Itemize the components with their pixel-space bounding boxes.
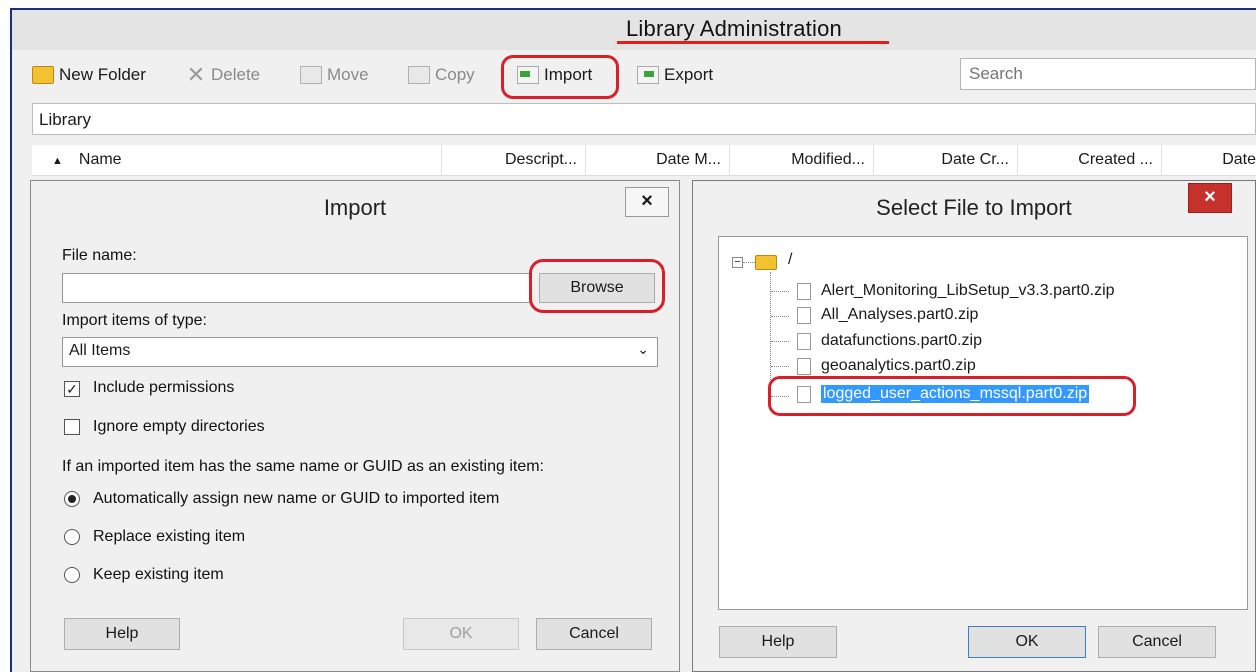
title-underline-annotation xyxy=(617,41,889,44)
file-item-label: geoanalytics.part0.zip xyxy=(821,357,976,374)
tree-connector xyxy=(771,341,789,342)
export-button[interactable]: Export xyxy=(637,62,713,88)
file-name-field[interactable] xyxy=(62,273,532,303)
collapse-icon[interactable]: − xyxy=(732,257,743,268)
help-button[interactable]: Help xyxy=(64,618,180,650)
import-type-label: Import items of type: xyxy=(62,312,207,329)
sort-ascending-icon: ▲ xyxy=(52,155,63,167)
cancel-button[interactable]: Cancel xyxy=(1098,626,1216,658)
replace-existing-label: Replace existing item xyxy=(93,528,246,545)
folder-icon xyxy=(755,255,777,270)
new-folder-button[interactable]: New Folder xyxy=(32,62,146,88)
file-item[interactable]: datafunctions.part0.zip xyxy=(793,332,982,351)
window-title: Library Administration xyxy=(626,16,842,41)
move-button[interactable]: Move xyxy=(300,62,369,88)
file-item[interactable]: geoanalytics.part0.zip xyxy=(793,357,976,376)
file-highlight-annotation xyxy=(768,376,1136,416)
move-icon xyxy=(300,66,322,84)
new-folder-label: New Folder xyxy=(59,65,146,84)
export-label: Export xyxy=(664,65,714,84)
ok-button[interactable]: OK xyxy=(403,618,519,650)
export-icon xyxy=(637,66,659,84)
import-highlight-annotation xyxy=(501,55,619,99)
search-input[interactable] xyxy=(960,58,1256,90)
keep-existing-radio[interactable] xyxy=(64,567,80,583)
file-item[interactable]: Alert_Monitoring_LibSetup_v3.3.part0.zip xyxy=(793,282,1115,301)
chevron-down-icon: ⌄ xyxy=(637,341,649,357)
file-item-label: All_Analyses.part0.zip xyxy=(821,306,979,323)
folder-icon xyxy=(32,66,54,84)
file-icon xyxy=(793,357,811,376)
browse-highlight-annotation xyxy=(529,259,665,313)
ignore-empty-label: Ignore empty directories xyxy=(93,418,265,435)
replace-existing-radio[interactable] xyxy=(64,529,80,545)
tree-connector xyxy=(771,316,789,317)
ignore-empty-checkbox[interactable] xyxy=(64,419,80,435)
file-icon xyxy=(793,282,811,301)
file-name-label: File name: xyxy=(62,247,137,264)
tree-connector xyxy=(771,366,789,367)
delete-label: Delete xyxy=(211,65,261,84)
import-type-value: All Items xyxy=(69,342,131,359)
copy-icon xyxy=(408,66,430,84)
file-item-label: datafunctions.part0.zip xyxy=(821,332,982,349)
copy-label: Copy xyxy=(435,65,475,84)
delete-icon: ✕ xyxy=(186,62,206,87)
keep-existing-label: Keep existing item xyxy=(93,566,224,583)
tree-connector xyxy=(743,262,755,263)
file-item-label: Alert_Monitoring_LibSetup_v3.3.part0.zip xyxy=(821,282,1115,299)
column-modified-by[interactable]: Modified... xyxy=(730,145,874,175)
close-icon[interactable]: × xyxy=(1188,183,1232,213)
conflict-label: If an imported item has the same name or… xyxy=(62,458,544,475)
column-name[interactable]: ▲ Name xyxy=(32,145,442,175)
file-item[interactable]: All_Analyses.part0.zip xyxy=(793,306,979,325)
column-date-modified[interactable]: Date M... xyxy=(586,145,730,175)
file-icon xyxy=(793,306,811,325)
close-icon[interactable]: × xyxy=(625,187,669,217)
ok-button[interactable]: OK xyxy=(968,626,1086,658)
file-icon xyxy=(793,332,811,351)
move-label: Move xyxy=(327,65,369,84)
column-header-row: ▲ Name Descript... Date M... Modified... … xyxy=(32,145,1256,176)
delete-button[interactable]: ✕ Delete xyxy=(186,62,260,88)
tree-root[interactable]: / xyxy=(788,251,792,269)
column-date-created[interactable]: Date Cr... xyxy=(874,145,1018,175)
column-name-label: Name xyxy=(78,151,122,168)
cancel-button[interactable]: Cancel xyxy=(536,618,652,650)
import-dialog-title: Import xyxy=(31,181,679,233)
column-date[interactable]: Date xyxy=(1162,145,1256,175)
column-created-by[interactable]: Created ... xyxy=(1018,145,1162,175)
import-dialog: Import × File name: Browse Import items … xyxy=(30,180,680,672)
include-permissions-checkbox[interactable]: ✓ xyxy=(64,381,80,397)
help-button[interactable]: Help xyxy=(719,626,837,658)
tree-connector xyxy=(771,291,789,292)
column-description[interactable]: Descript... xyxy=(442,145,586,175)
copy-button[interactable]: Copy xyxy=(408,62,475,88)
select-file-dialog-title: Select File to Import xyxy=(693,181,1255,233)
breadcrumb[interactable]: Library xyxy=(32,103,1256,135)
import-type-select[interactable]: All Items ⌄ xyxy=(62,337,658,367)
auto-assign-label: Automatically assign new name or GUID to… xyxy=(93,490,500,507)
auto-assign-radio[interactable] xyxy=(64,491,80,507)
include-permissions-label: Include permissions xyxy=(93,379,235,396)
